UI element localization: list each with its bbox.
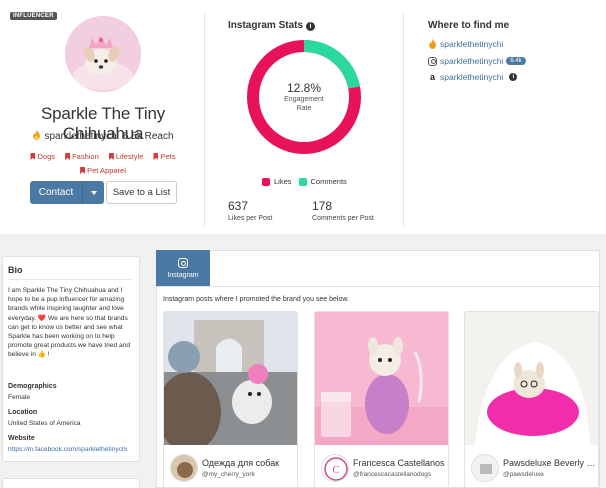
legend-comments: Comments <box>310 177 347 186</box>
fire-icon <box>429 39 436 49</box>
contact-button-label[interactable]: Contact <box>30 181 83 204</box>
website-label: Website <box>8 435 35 442</box>
contact-button[interactable]: Contact <box>30 181 104 204</box>
social-link-amazon[interactable]: a sparklethetinychi i <box>428 72 518 82</box>
reach-text: 6.5k Reach <box>122 131 174 142</box>
brand-handle: @pawsdeluxe <box>503 471 544 478</box>
donut-legend: Likes Comments <box>262 177 347 186</box>
demographics-value: Female <box>8 394 30 401</box>
secondary-card <box>2 478 140 488</box>
where-title: Where to find me <box>428 20 510 31</box>
category-tag[interactable]: Pets <box>153 152 176 161</box>
bio-text: I am Sparkle The Tiny Chihuahua and I ho… <box>8 287 131 359</box>
location-value: United States of America <box>8 420 81 427</box>
brand-name[interactable]: Francesca Castellanos <box>353 458 447 468</box>
handle-row: sparklethetinychi 6.5k Reach <box>0 130 206 142</box>
brand-handle: @my_cherry_york <box>202 471 255 478</box>
influencer-badge: INFLUENCER <box>10 12 57 20</box>
category-tag[interactable]: Lifestyle <box>108 152 143 161</box>
brand-name[interactable]: Одежда для собак <box>202 458 296 468</box>
divider <box>403 12 404 226</box>
post-image[interactable] <box>465 312 598 445</box>
tab-instagram[interactable]: Instagram <box>156 250 210 286</box>
category-tag[interactable]: Fashion <box>65 152 99 161</box>
post-card[interactable]: Pawsdeluxe Beverly Hills @pawsdeluxe <box>464 311 599 488</box>
bookmark-icon <box>108 153 114 160</box>
brand-avatar[interactable] <box>471 454 499 482</box>
info-icon[interactable]: i <box>509 73 518 81</box>
instagram-icon <box>428 56 437 66</box>
divider <box>8 279 132 280</box>
tab-underline <box>156 286 600 287</box>
legend-swatch-comments <box>298 177 307 186</box>
amazon-icon: a <box>429 72 435 82</box>
bookmark-icon <box>153 153 159 160</box>
engagement-value: 12.8% <box>286 81 322 95</box>
bookmark-icon <box>80 167 86 174</box>
avatar <box>65 16 141 92</box>
brand-avatar[interactable]: C <box>321 454 349 482</box>
social-link-instagram[interactable]: sparklethetinychi 6.4k <box>428 56 526 66</box>
category-tag[interactable]: Pet Apparel <box>80 166 126 175</box>
social-link-fire[interactable]: sparklethetinychi <box>428 39 503 49</box>
profile-header: INFLUENCER Sparkle The Tiny Chihuahua sp… <box>0 0 606 232</box>
save-to-list-button[interactable]: Save to a List <box>106 181 177 204</box>
bio-title: Bio <box>8 265 23 275</box>
category-list: Dogs Fashion Lifestyle Pets Pet Apparel <box>18 150 188 178</box>
svg-text:C: C <box>332 464 339 476</box>
demographics-label: Demographics <box>8 383 57 390</box>
fire-icon <box>33 130 41 140</box>
divider <box>204 12 205 226</box>
contact-dropdown-toggle[interactable] <box>83 181 104 204</box>
stats-title: Instagram Stats i <box>228 20 316 31</box>
instagram-icon <box>178 257 188 268</box>
legend-swatch-likes <box>262 177 270 186</box>
posts-description: Instagram posts where I promoted the bra… <box>163 296 349 303</box>
engagement-label: Engagement Rate <box>284 96 324 112</box>
location-label: Location <box>8 409 38 416</box>
bookmark-icon <box>65 153 71 160</box>
post-card[interactable]: Одежда для собак @my_cherry_york <box>163 311 298 488</box>
comments-per-post-value: 178 <box>312 199 333 213</box>
likes-per-post-value: 637 <box>228 199 249 213</box>
category-tag[interactable]: Dogs <box>30 152 55 161</box>
brand-name[interactable]: Pawsdeluxe Beverly Hills <box>503 458 597 468</box>
legend-likes: Likes <box>274 177 292 186</box>
post-image[interactable] <box>315 312 448 445</box>
brand-avatar[interactable] <box>170 454 198 482</box>
post-card[interactable]: C Francesca Castellanos @francescacastel… <box>314 311 449 488</box>
follower-count-badge: 6.4k <box>506 57 526 65</box>
website-link[interactable]: https://m.facebook.com/sparklethetinychi <box>8 446 132 453</box>
post-image[interactable] <box>164 312 297 445</box>
handle-text[interactable]: sparklethetinychi <box>44 131 118 142</box>
chevron-down-icon <box>90 190 97 195</box>
bookmark-icon <box>30 153 36 160</box>
brand-handle: @francescacastellanodogs <box>353 471 432 478</box>
likes-per-post-label: Likes per Post <box>228 215 273 222</box>
comments-per-post-label: Comments per Post <box>312 215 374 222</box>
info-icon[interactable]: i <box>306 22 316 31</box>
donut-center: 12.8% Engagement Rate <box>244 37 364 157</box>
